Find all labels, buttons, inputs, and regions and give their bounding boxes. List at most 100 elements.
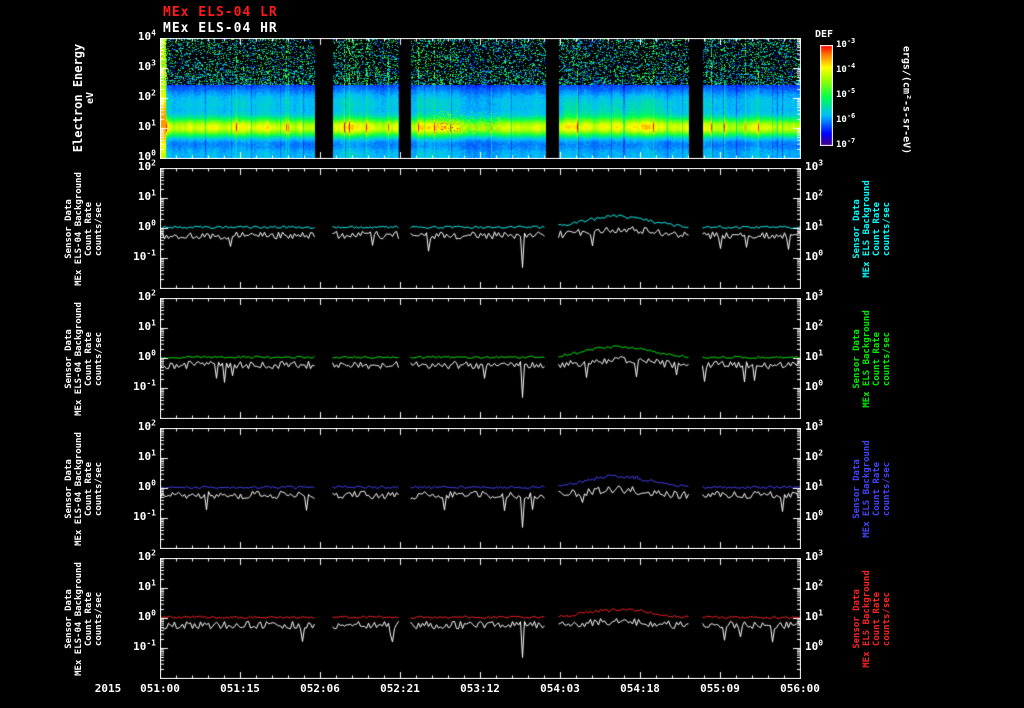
count-rate-panel-1-right-tick-2: 102 [805,189,823,203]
tick-base: 10 [137,610,152,623]
count-rate-panel-4-canvas [160,558,801,679]
spectrogram-y-tick-1: 101 [137,118,156,133]
count-rate-panel-1-left-axis-title-line-1: MEx ELS-04 Background [74,171,84,286]
tick-exponent: -5 [846,87,856,95]
tick-base: 10 [137,550,152,563]
tick-base: 10 [137,350,152,363]
tick-exponent: 1 [151,578,156,588]
y-axis-title-line2: eV [85,91,96,105]
time-tick-052:21: 052:21 [380,682,420,695]
tick-exponent: 1 [818,608,824,618]
count-rate-panel-3-right-axis-title-inner: Sensor Data MEx ELS Background Count Rate c… [852,440,892,538]
count-rate-panel-3-right-axis-title-line-2: Count Rate [872,461,882,516]
count-rate-panel-2-right-axis-title-line-1: MEx ELS Background [862,309,872,408]
count-rate-panel-1-right-axis-title-line-0: Sensor Data [852,198,862,259]
count-rate-panel-4-right-tick-1: 101 [805,608,824,623]
tick-base: 10 [137,160,152,173]
spectrogram-y-tick-2: 102 [137,88,156,103]
tick-base: 10 [805,380,819,393]
count-rate-panel-2-right-axis-title-line-0: Sensor Data [852,328,862,389]
colorbar-tick--5: 10-5 [836,87,856,101]
tick-exponent: 0 [818,638,824,648]
count-rate-panel-3-left-tick-2: 102 [138,419,156,433]
count-rate-panel-1-left-tick-2: 102 [137,158,156,173]
count-rate-panel-4-left-tick-0: 100 [137,608,156,623]
count-rate-panel-1-right-tick-1: 101 [805,219,823,233]
tick-base: 10 [137,580,152,593]
count-rate-panel-2-left-tick-0: 100 [137,349,156,363]
time-tick-054:18: 054:18 [620,682,660,695]
tick-base: 10 [137,30,152,43]
count-rate-panel-2-right-axis-title-inner: Sensor Data MEx ELS Background Count Rate c… [852,310,892,408]
count-rate-panel-1-left-tick--1: 10-1 [133,249,156,263]
count-rate-panel-1-left-axis-title-line-2: Count Rate [84,201,94,256]
tick-exponent: -6 [846,112,856,120]
count-rate-panel-4-left-tick-2: 102 [137,548,156,563]
count-rate-panel-4-right-axis-title-line-0: Sensor Data [852,588,862,649]
tick-base: 10 [137,90,152,103]
colorbar-tick--4: 10-4 [836,62,856,76]
count-rate-panel-2-left-axis-title-line-1: MEx ELS-04 Background [74,301,84,416]
tick-exponent: 2 [151,288,156,298]
spectrogram-y-axis-title-inner: Electron Energy eV [71,44,97,152]
tick-base: 10 [805,290,819,303]
tick-exponent: 1 [818,348,824,358]
tick-exponent: 2 [151,88,156,98]
time-tick-056:00: 056:00 [780,682,820,695]
tick-exponent: 1 [151,188,156,198]
tick-exponent: 2 [151,158,156,168]
tick-exponent: 0 [818,378,824,388]
tick-exponent: -4 [846,62,856,70]
count-rate-panel-2-left-tick-1: 101 [137,318,156,333]
tick-base: 10 [836,40,847,50]
tick-base: 10 [836,90,847,100]
tick-exponent: 0 [151,478,156,488]
count-rate-panel-4-right-tick-3: 103 [805,548,824,563]
tick-exponent: 2 [151,548,156,558]
tick-exponent: -3 [846,37,856,45]
count-rate-panel-3-left-axis-title-line-2: Count Rate [84,461,94,516]
tick-exponent: 3 [818,548,824,558]
count-rate-panel-1-left-axis-title-line-0: Sensor Data [64,198,74,259]
tick-exponent: -1 [146,378,156,388]
count-rate-panel-2-right-tick-2: 102 [805,318,824,333]
colorbar-canvas [820,45,833,146]
count-rate-panel-1-left-axis-title-inner: Sensor Data MEx ELS-04 Background Count Ra… [64,172,104,286]
count-rate-panel-2-left-tick-2: 102 [137,288,156,303]
tick-base: 10 [137,220,152,233]
count-rate-panel-1-left-tick-1: 101 [137,188,156,203]
count-rate-panel-3-right-tick-0: 100 [805,509,823,523]
count-rate-panel-2-left-tick--1: 10-1 [133,378,156,393]
time-tick-052:06: 052:06 [300,682,340,695]
count-rate-panel-2 [160,298,801,419]
count-rate-panel-4-right-axis-title-line-3: counts/sec [882,591,892,646]
year-label: 2015 [94,682,122,695]
tick-exponent: 1 [151,318,156,328]
tick-base: 10 [137,320,152,333]
count-rate-panel-1-right-tick-0: 100 [805,249,823,263]
tick-base: 10 [133,510,147,523]
tick-base: 10 [805,420,819,433]
tick-base: 10 [805,190,819,203]
tick-exponent: 1 [151,118,156,128]
tick-exponent: 4 [151,28,156,38]
count-rate-panel-3-right-axis-title-line-0: Sensor Data [852,458,862,519]
tick-base: 10 [805,220,819,233]
time-tick-054:03: 054:03 [540,682,580,695]
colorbar-tick--6: 10-6 [836,112,856,126]
count-rate-panel-2-left-axis-title-line-3: counts/sec [94,331,104,386]
count-rate-panel-1-right-axis-title-line-1: MEx ELS Background [862,179,872,278]
tick-exponent: -7 [846,137,856,145]
tick-base: 10 [137,290,152,303]
plot-title-block: MEx ELS-04 LR MEx ELS-04 HR [163,5,278,37]
tick-exponent: 2 [818,318,824,328]
tick-base: 10 [137,190,152,203]
count-rate-panel-4-right-axis-title-line-2: Count Rate [872,591,882,646]
count-rate-panel-2-right-tick-1: 101 [805,348,824,363]
tick-base: 10 [137,60,152,73]
tick-base: 10 [137,120,152,133]
tick-exponent: 0 [151,608,156,618]
count-rate-panel-3-left-tick-0: 100 [138,478,156,493]
count-rate-panel-3-left-axis-title-line-0: Sensor Data [64,458,74,519]
count-rate-panel-1-right-axis-title-line-3: counts/sec [882,201,892,256]
